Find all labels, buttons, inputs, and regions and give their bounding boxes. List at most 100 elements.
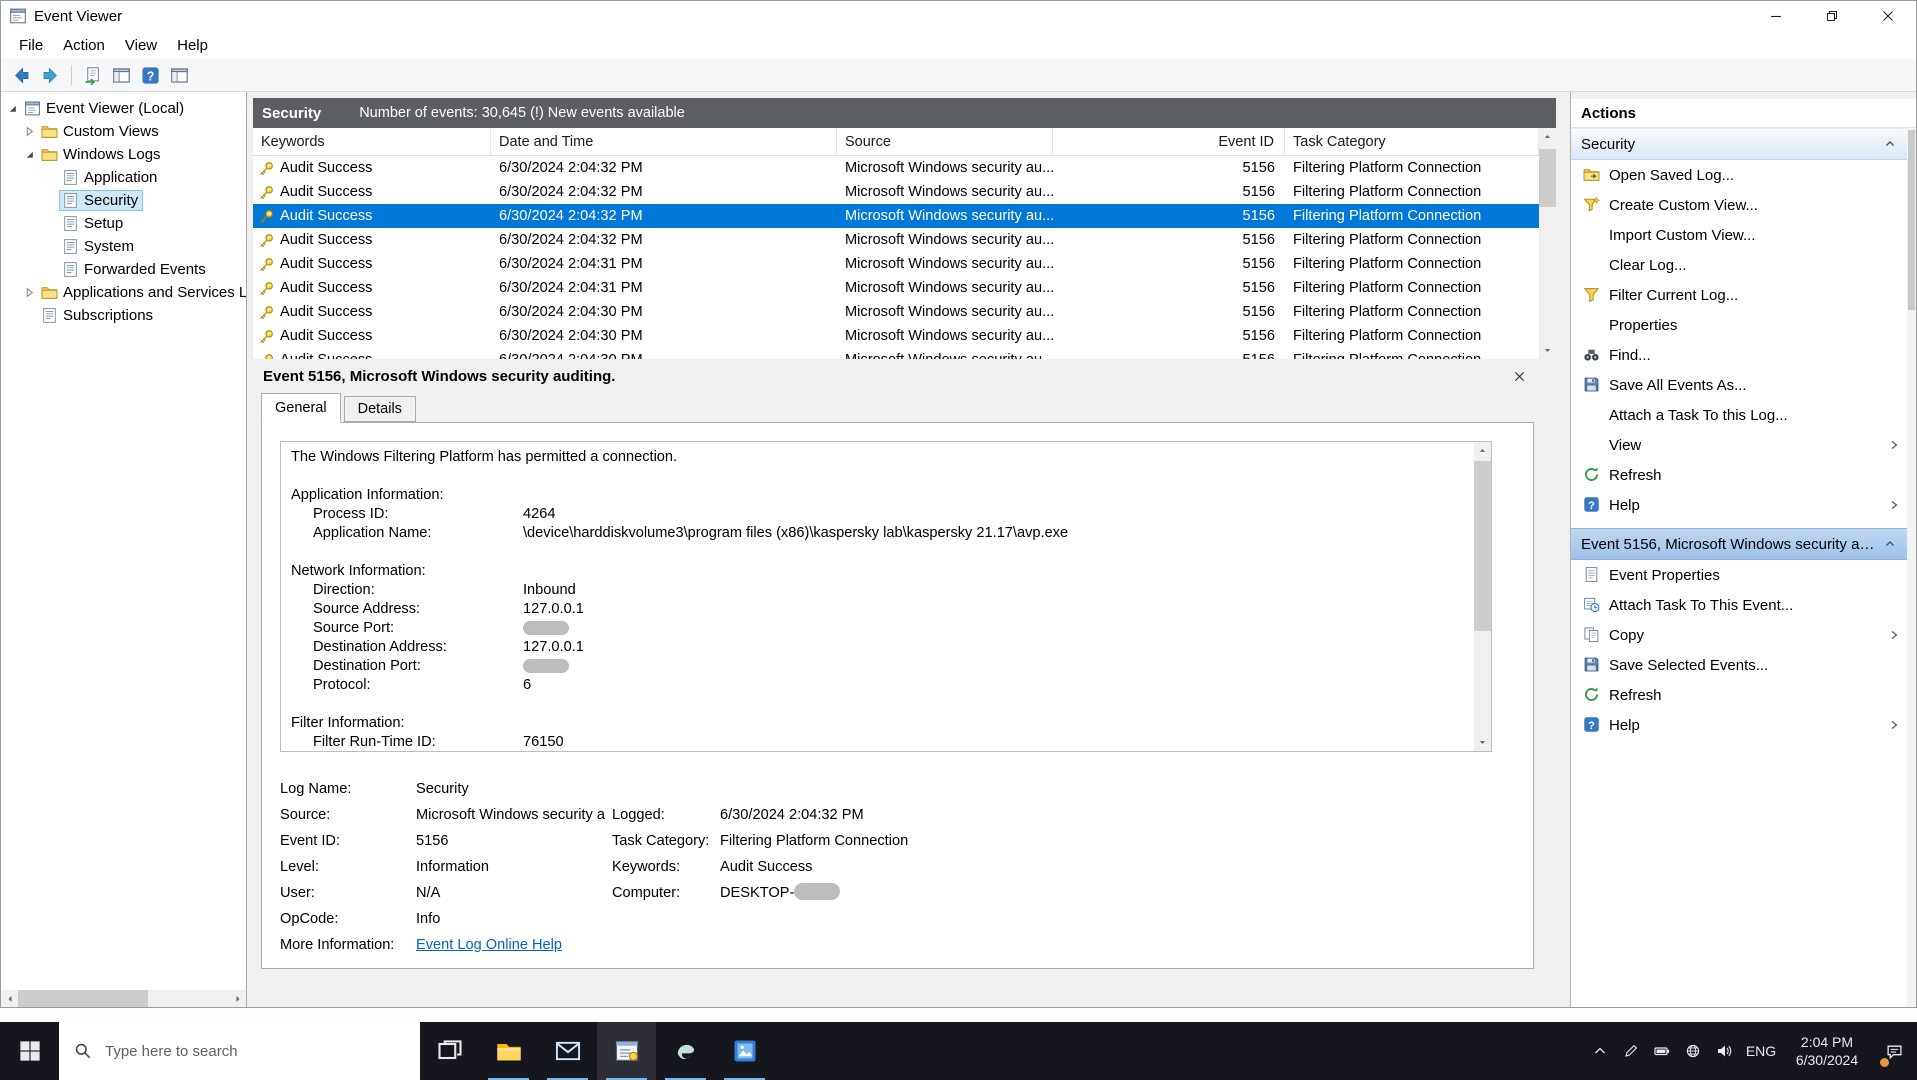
taskbar-app-event-viewer[interactable] [597, 1022, 656, 1080]
task-view-button[interactable] [420, 1022, 479, 1080]
help-toolbar-button[interactable] [136, 62, 165, 88]
column-header-source[interactable]: Source [837, 128, 1053, 155]
tray-network-button[interactable] [1677, 1022, 1708, 1080]
event-row[interactable]: Audit Success 6/30/2024 2:04:32 PM Micro… [253, 228, 1556, 252]
tree-item-custom-views[interactable]: Custom Views [1, 120, 246, 143]
actions-scrollbar[interactable] [1907, 128, 1916, 1007]
action-create-custom-view[interactable]: Create Custom View... [1571, 190, 1907, 220]
tree-item-applications-services-logs[interactable]: Applications and Services Log [1, 281, 246, 304]
scrollbar-up-button[interactable] [1539, 128, 1556, 145]
tab-details[interactable]: Details [343, 396, 416, 422]
action-attach-task-to-event[interactable]: Attach Task To This Event... [1571, 590, 1907, 620]
action-view[interactable]: View [1571, 430, 1907, 460]
tree-item-subscriptions[interactable]: Subscriptions [1, 304, 246, 327]
scrollbar-down-button[interactable] [1474, 734, 1491, 751]
pane-splitter[interactable] [1556, 92, 1570, 1007]
taskbar-app-edge[interactable] [656, 1022, 715, 1080]
action-attach-task-to-log[interactable]: Attach a Task To this Log... [1571, 400, 1907, 430]
menu-file[interactable]: File [9, 37, 53, 54]
tree-item-event-viewer-local[interactable]: Event Viewer (Local) [1, 97, 246, 120]
action-help-log[interactable]: Help [1571, 490, 1907, 520]
action-save-selected-events[interactable]: Save Selected Events... [1571, 650, 1907, 680]
scrollbar-down-button[interactable] [1539, 342, 1556, 359]
collapse-icon[interactable] [1881, 135, 1899, 153]
scrollbar-up-button[interactable] [1474, 442, 1491, 459]
maximize-button[interactable] [1804, 1, 1860, 31]
close-button[interactable] [1860, 1, 1916, 31]
back-button[interactable] [7, 62, 36, 88]
scrollbar-thumb[interactable] [18, 990, 148, 1007]
scrollbar-thumb[interactable] [1908, 130, 1915, 310]
export-button[interactable] [78, 62, 107, 88]
event-row[interactable]: Audit Success 6/30/2024 2:04:31 PM Micro… [253, 276, 1556, 300]
vertical-scrollbar[interactable] [1539, 128, 1556, 359]
menu-action[interactable]: Action [53, 37, 115, 54]
detail-close-button[interactable] [1508, 366, 1530, 388]
column-header-keywords[interactable]: Keywords [253, 128, 491, 155]
console-tree-button[interactable] [107, 62, 136, 88]
search-input[interactable] [103, 1041, 420, 1061]
tree-item-application[interactable]: Application [1, 166, 246, 189]
tree-item-setup[interactable]: Setup [1, 212, 246, 235]
event-row[interactable]: Audit Success 6/30/2024 2:04:30 PM Micro… [253, 348, 1556, 359]
event-log-online-help-link[interactable]: Event Log Online Help [416, 937, 562, 953]
section-header-event[interactable]: Event 5156, Microsoft Windows security a… [1571, 528, 1907, 560]
event-description-box[interactable]: The Windows Filtering Platform has permi… [280, 441, 1492, 752]
tray-battery-button[interactable] [1646, 1022, 1677, 1080]
column-header-task-category[interactable]: Task Category [1285, 128, 1539, 155]
minimize-button[interactable] [1748, 1, 1804, 31]
action-find[interactable]: Find... [1571, 340, 1907, 370]
action-pane-button[interactable] [165, 62, 194, 88]
tree-item-system[interactable]: System [1, 235, 246, 258]
expander-icon[interactable] [22, 125, 36, 139]
event-row[interactable]: Audit Success 6/30/2024 2:04:30 PM Micro… [253, 324, 1556, 348]
action-refresh-log[interactable]: Refresh [1571, 460, 1907, 490]
section-header-security[interactable]: Security [1571, 128, 1907, 160]
scrollbar-thumb[interactable] [1474, 461, 1491, 631]
action-import-custom-view[interactable]: Import Custom View... [1571, 220, 1907, 250]
action-open-saved-log[interactable]: Open Saved Log... [1571, 160, 1907, 190]
scrollbar-right-button[interactable] [229, 990, 246, 1007]
description-scrollbar[interactable] [1474, 442, 1491, 751]
event-row[interactable]: Audit Success 6/30/2024 2:04:32 PM Micro… [253, 156, 1556, 180]
start-button[interactable] [0, 1022, 59, 1080]
event-row[interactable]: Audit Success 6/30/2024 2:04:31 PM Micro… [253, 252, 1556, 276]
taskbar-app-mail[interactable] [538, 1022, 597, 1080]
taskbar-search[interactable] [59, 1022, 420, 1080]
collapse-icon[interactable] [1881, 535, 1899, 553]
taskbar-app-photos[interactable] [715, 1022, 774, 1080]
action-save-all-events-as[interactable]: Save All Events As... [1571, 370, 1907, 400]
tray-expand-button[interactable] [1584, 1022, 1615, 1080]
column-header-event-id[interactable]: Event ID [1053, 128, 1285, 155]
action-properties[interactable]: Properties [1571, 310, 1907, 340]
forward-button[interactable] [36, 62, 65, 88]
action-help-event[interactable]: Help [1571, 710, 1907, 740]
action-copy[interactable]: Copy [1571, 620, 1907, 650]
tab-general[interactable]: General [261, 393, 341, 423]
expander-icon[interactable] [22, 148, 36, 162]
menu-help[interactable]: Help [167, 37, 218, 54]
expander-icon[interactable] [5, 102, 19, 116]
tree-item-security[interactable]: Security [1, 189, 246, 212]
scrollbar-thumb[interactable] [1539, 149, 1556, 207]
scrollbar-left-button[interactable] [1, 990, 18, 1007]
action-event-properties[interactable]: Event Properties [1571, 560, 1907, 590]
tray-pen-button[interactable] [1615, 1022, 1646, 1080]
action-clear-log[interactable]: Clear Log... [1571, 250, 1907, 280]
event-row[interactable]: Audit Success 6/30/2024 2:04:30 PM Micro… [253, 300, 1556, 324]
event-row-selected[interactable]: Audit Success 6/30/2024 2:04:32 PM Micro… [253, 204, 1556, 228]
taskbar-app-file-explorer[interactable] [479, 1022, 538, 1080]
tray-language[interactable]: ENG [1739, 1022, 1783, 1080]
tree-item-windows-logs[interactable]: Windows Logs [1, 143, 246, 166]
expander-icon[interactable] [22, 286, 36, 300]
tray-clock[interactable]: 2:04 PM 6/30/2024 [1783, 1022, 1871, 1080]
horizontal-scrollbar[interactable] [1, 990, 246, 1007]
notification-center-button[interactable] [1871, 1022, 1917, 1080]
action-filter-current-log[interactable]: Filter Current Log... [1571, 280, 1907, 310]
tray-volume-button[interactable] [1708, 1022, 1739, 1080]
menu-view[interactable]: View [115, 37, 167, 54]
action-refresh-event[interactable]: Refresh [1571, 680, 1907, 710]
column-header-date-time[interactable]: Date and Time [491, 128, 837, 155]
event-row[interactable]: Audit Success 6/30/2024 2:04:32 PM Micro… [253, 180, 1556, 204]
tree-item-forwarded-events[interactable]: Forwarded Events [1, 258, 246, 281]
